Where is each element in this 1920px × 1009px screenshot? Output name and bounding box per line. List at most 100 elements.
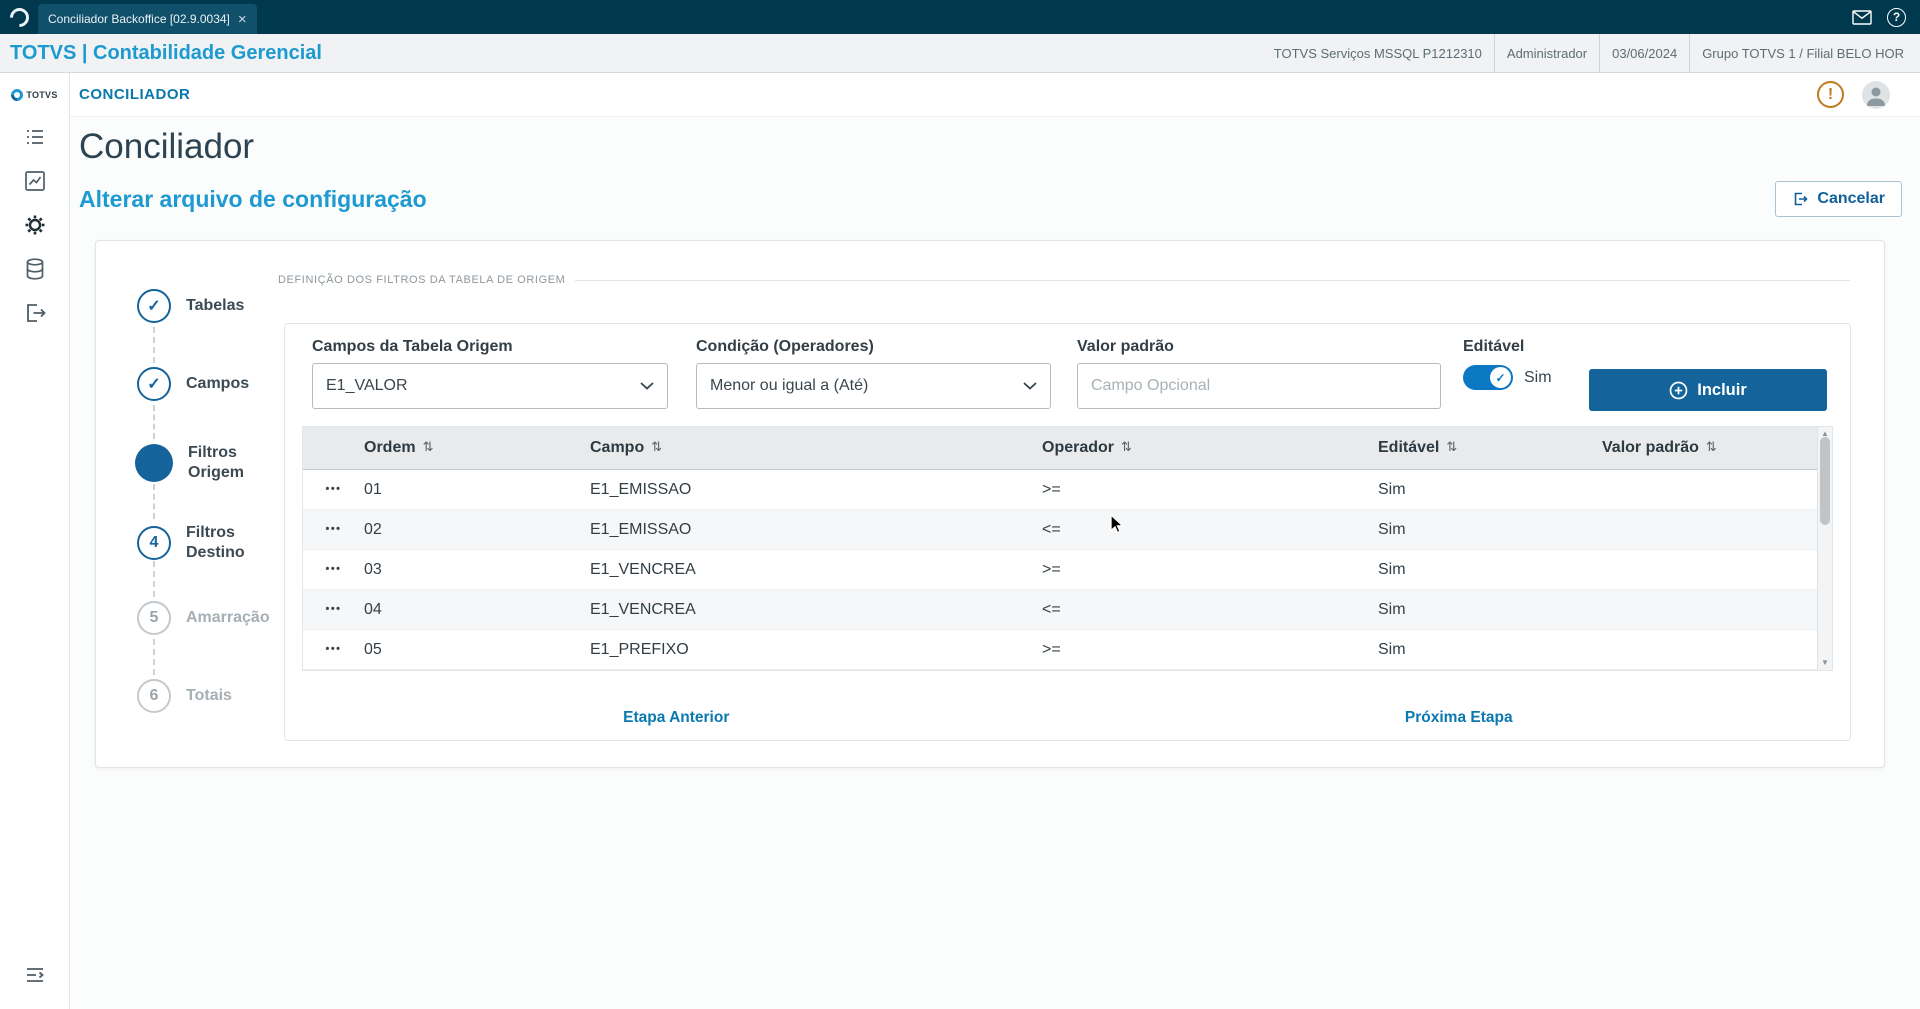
step-connector [153,639,155,675]
filters-table: Ordem ⇅ Campo ⇅ Operador ⇅ Editável ⇅ Valor … [302,426,1833,671]
mail-icon[interactable] [1852,9,1872,25]
wizard-card: ✓ Tabelas ✓ Campos Filtros Origem 4 Filt… [95,240,1885,768]
column-header-editavel[interactable]: Editável ⇅ [1378,439,1602,457]
editavel-label: Editável [1463,338,1525,355]
totvs-logo-icon [8,86,26,104]
step-number: 6 [137,679,171,713]
next-step-link[interactable]: Próxima Etapa [1068,709,1851,727]
cancel-button[interactable]: Cancelar [1775,181,1902,217]
origin-field-value: E1_VALOR [326,377,408,394]
row-actions-button[interactable]: ••• [321,520,345,539]
column-header-ordem[interactable]: Ordem ⇅ [364,439,590,457]
row-actions-button[interactable]: ••• [321,600,345,619]
close-icon[interactable]: × [238,12,247,27]
window-tab-bar: Conciliador Backoffice [02.9.0034] × ? [0,0,1920,34]
page-title: Conciliador [79,127,255,166]
menu-list-icon[interactable] [13,115,57,159]
sort-icon: ⇅ [1446,439,1458,454]
user-info: Administrador [1493,34,1599,72]
sort-icon: ⇅ [422,439,434,454]
step-tabelas[interactable]: ✓ Tabelas [137,289,282,323]
default-value-group: Valor padrão [1077,338,1441,409]
step-check-icon: ✓ [137,289,171,323]
app-tab[interactable]: Conciliador Backoffice [02.9.0034] × [38,4,257,34]
origin-field-label: Campos da Tabela Origem [312,338,513,355]
row-actions-button[interactable]: ••• [321,560,345,579]
main-content: CONCILIADOR ! Conciliador Alterar arquiv… [70,73,1920,1009]
default-value-input[interactable] [1077,363,1441,409]
step-filtros-destino[interactable]: 4 Filtros Destino [137,523,282,563]
step-connector [153,561,155,597]
row-actions-button[interactable]: ••• [321,640,345,659]
table-body: ••• 01 E1_EMISSAO >= Sim ••• 02 E1_EMISS… [303,470,1832,670]
previous-step-link[interactable]: Etapa Anterior [285,709,1068,727]
condition-field-select[interactable]: Menor ou igual a (Até) [696,363,1051,409]
table-row: ••• 03 E1_VENCREA >= Sim [303,550,1832,590]
sort-icon: ⇅ [651,439,663,454]
cell-operador: <= [1042,520,1061,538]
cell-operador: >= [1042,560,1061,578]
backoffice-logo-icon [6,3,33,31]
table-scrollbar[interactable]: ▲ ▼ [1817,427,1832,670]
help-icon[interactable]: ? [1887,7,1906,27]
origin-field-group: Campos da Tabela Origem E1_VALOR [312,338,668,409]
cell-campo: E1_EMISSAO [590,480,692,498]
section-divider: DEFINIÇÃO DOS FILTROS DA TABELA DE ORIGE… [278,274,1850,286]
step-number: 4 [137,526,171,560]
row-actions-button[interactable]: ••• [321,480,345,499]
brand-title: TOTVS | Contabilidade Gerencial [10,41,322,64]
table-row: ••• 05 E1_PREFIXO >= Sim [303,630,1832,670]
editavel-toggle-value: Sim [1524,368,1552,386]
cell-editavel: Sim [1378,640,1406,658]
cell-editavel: Sim [1378,600,1406,618]
condition-field-group: Condição (Operadores) Menor ou igual a (… [696,338,1051,409]
cell-campo: E1_PREFIXO [590,640,689,658]
filters-panel: Campos da Tabela Origem E1_VALOR Condiçã… [284,323,1851,741]
sidebar: TOTVS [0,73,70,1009]
step-campos[interactable]: ✓ Campos [137,367,282,401]
cell-ordem: 01 [364,480,382,498]
condition-field-label: Condição (Operadores) [696,338,874,355]
chevron-down-icon [1023,382,1037,391]
step-connector [153,405,155,439]
logout-icon[interactable] [13,291,57,335]
incluir-button[interactable]: Incluir [1589,369,1827,411]
date-info: 03/06/2024 [1599,34,1689,72]
module-title: CONCILIADOR [79,86,191,103]
notification-warning-icon[interactable]: ! [1817,81,1844,108]
table-row: ••• 04 E1_VENCREA <= Sim [303,590,1832,630]
step-filtros-origem[interactable]: Filtros Origem [135,443,284,483]
cell-operador: >= [1042,480,1061,498]
expand-menu-icon[interactable] [13,953,57,997]
totvs-logo: TOTVS [8,85,57,105]
cell-editavel: Sim [1378,520,1406,538]
cell-ordem: 05 [364,640,382,658]
editavel-group: Editável ✓ Sim [1463,338,1552,390]
cell-editavel: Sim [1378,560,1406,578]
column-header-operador[interactable]: Operador ⇅ [1042,439,1378,457]
settings-gear-icon[interactable] [13,203,57,247]
scroll-down-icon[interactable]: ▼ [1821,659,1829,667]
database-icon[interactable] [13,247,57,291]
step-amarracao[interactable]: 5 Amarração [137,601,282,635]
step-active-circle [135,444,173,482]
cell-ordem: 03 [364,560,382,578]
step-connector [153,327,155,363]
column-header-campo[interactable]: Campo ⇅ [590,439,1042,457]
cell-campo: E1_VENCREA [590,560,696,578]
step-totais[interactable]: 6 Totais [137,679,282,713]
dashboard-chart-icon[interactable] [13,159,57,203]
editavel-toggle[interactable]: ✓ [1463,365,1513,390]
cell-campo: E1_EMISSAO [590,520,692,538]
section-title: DEFINIÇÃO DOS FILTROS DA TABELA DE ORIGE… [278,274,566,286]
scrollbar-thumb[interactable] [1820,437,1830,525]
condition-field-value: Menor ou igual a (Até) [710,377,869,394]
tab-title: Conciliador Backoffice [02.9.0034] [48,12,230,26]
step-check-icon: ✓ [137,367,171,401]
origin-field-select[interactable]: E1_VALOR [312,363,668,409]
cell-editavel: Sim [1378,480,1406,498]
cell-ordem: 02 [364,520,382,538]
avatar[interactable] [1862,80,1890,109]
column-header-valor-padrao[interactable]: Valor padrão ⇅ [1602,439,1832,457]
chevron-down-icon [640,382,654,391]
